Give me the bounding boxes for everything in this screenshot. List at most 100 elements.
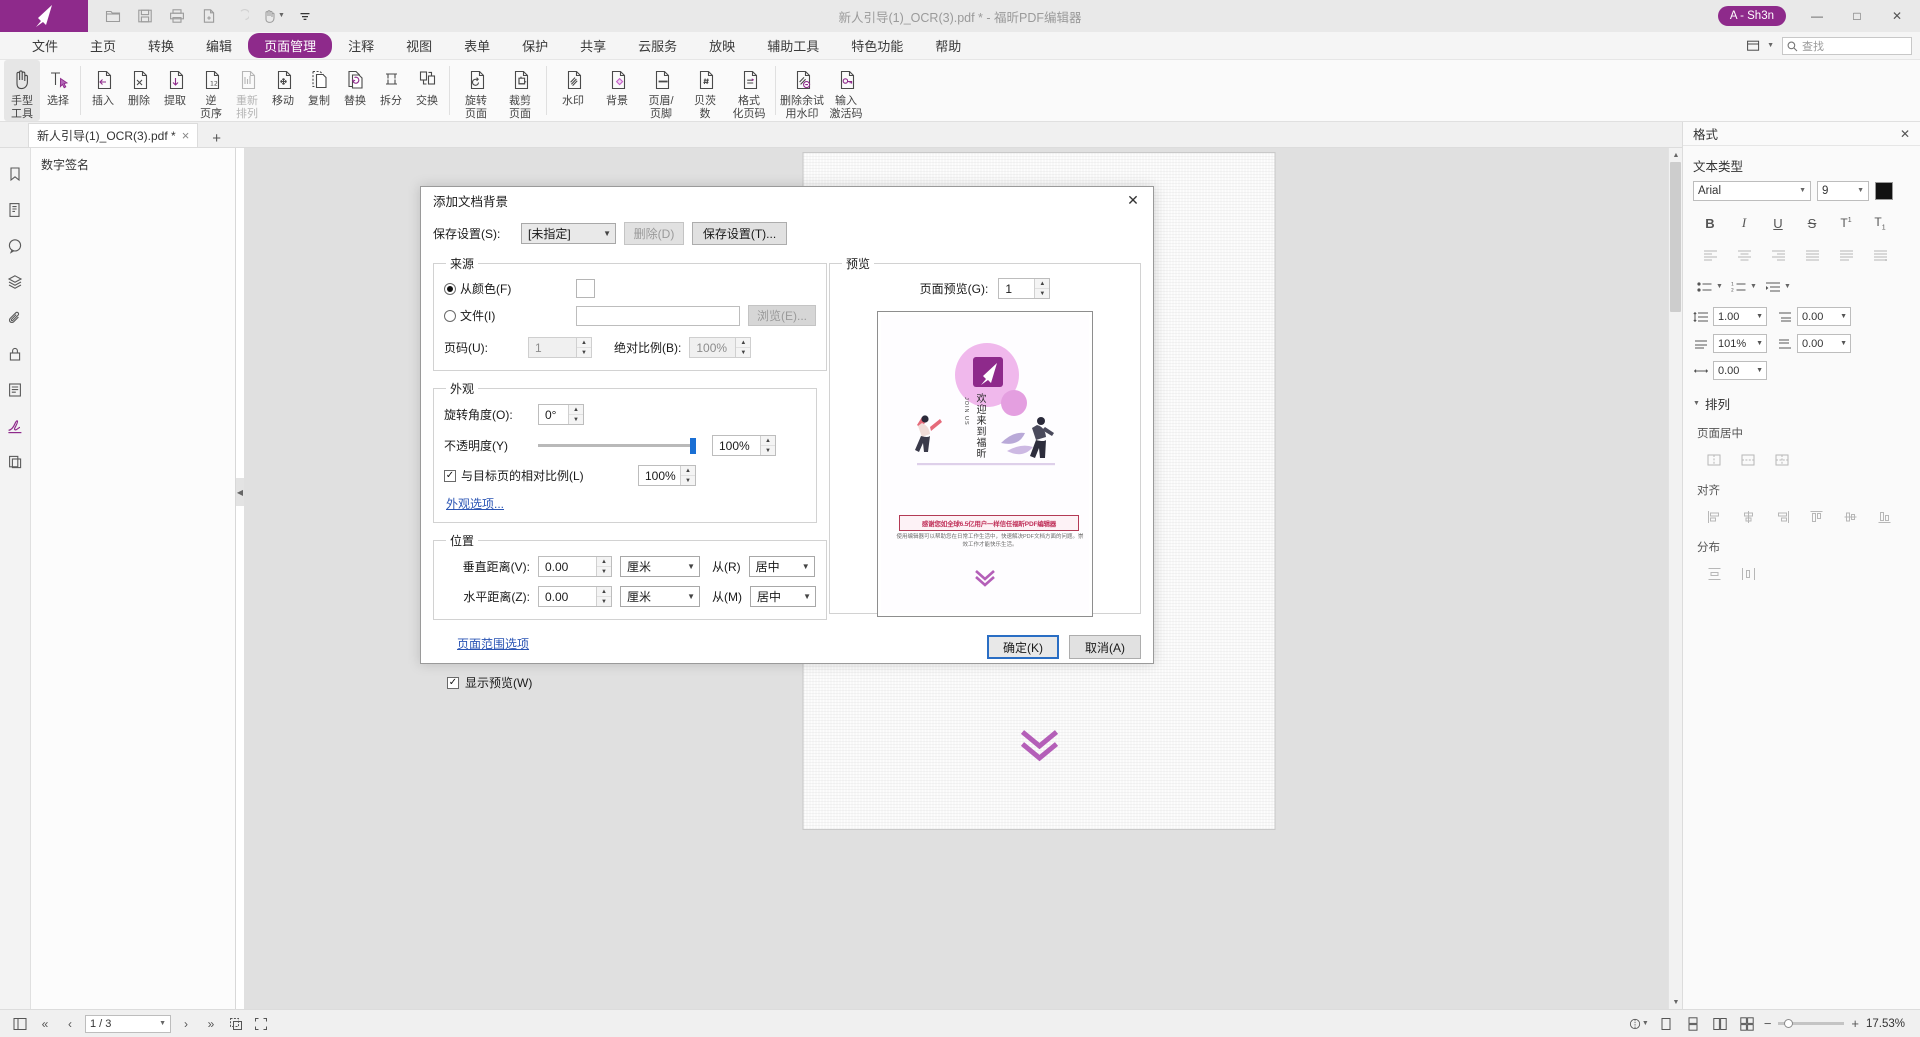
hand-tool-icon[interactable]: ▼ [258, 3, 288, 29]
search-input[interactable]: 查找 [1782, 37, 1912, 55]
menu-item-protect[interactable]: 保护 [506, 33, 564, 58]
zoom-level-value[interactable]: 17.53% [1866, 1018, 1910, 1030]
page-range-options-link[interactable]: 页面范围选项 [457, 637, 529, 651]
arrange-section-title[interactable]: ▼ 排列 [1683, 384, 1920, 419]
article-icon[interactable] [2, 376, 29, 403]
menu-item-cloud[interactable]: 云服务 [622, 33, 693, 58]
align-center-icon[interactable] [1727, 243, 1761, 267]
strikethrough-icon[interactable]: S [1795, 211, 1829, 235]
underline-icon[interactable]: U [1761, 211, 1795, 235]
numbered-list-icon[interactable]: 12▼ [1727, 275, 1761, 299]
more-icon[interactable] [290, 3, 320, 29]
menu-item-convert[interactable]: 转换 [132, 33, 190, 58]
menu-item-page-manage[interactable]: 页面管理 [248, 33, 332, 58]
minimize-button[interactable]: — [1798, 0, 1836, 32]
menu-item-help[interactable]: 帮助 [919, 33, 977, 58]
file-path-input[interactable] [576, 306, 740, 326]
menu-item-present[interactable]: 放映 [693, 33, 751, 58]
new-tab-button[interactable]: + [206, 130, 227, 147]
ribbon-copy-button[interactable]: 复制 [301, 60, 337, 121]
close-icon[interactable]: × [182, 129, 190, 142]
show-preview-row[interactable]: ✓ 显示预览(W) [433, 674, 817, 691]
fit-icon[interactable] [251, 1014, 271, 1034]
radio-from-file[interactable] [444, 310, 456, 322]
zoom-slider[interactable] [1778, 1022, 1844, 1025]
align-right-icon[interactable] [1761, 243, 1795, 267]
nav-next-page-button[interactable]: › [176, 1014, 196, 1034]
horizontal-unit-select[interactable]: 厘米 ▼ [620, 586, 700, 607]
radio-from-color[interactable] [444, 283, 456, 295]
menu-item-file[interactable]: 文件 [16, 33, 74, 58]
italic-icon[interactable]: I [1727, 211, 1761, 235]
opacity-slider-thumb[interactable] [690, 438, 696, 454]
menu-item-home[interactable]: 主页 [74, 33, 132, 58]
zoom-out-button[interactable]: − [1764, 1016, 1772, 1031]
stamp-icon[interactable] [2, 448, 29, 475]
ok-button[interactable]: 确定(K) [987, 635, 1059, 659]
menu-item-features[interactable]: 特色功能 [835, 33, 919, 58]
ribbon-reverse-button[interactable]: 12 逆 页序 [193, 60, 229, 121]
space-before-input[interactable]: 0.00 ▼ [1797, 307, 1851, 326]
align-obj-right-icon[interactable] [1765, 505, 1799, 529]
distribute-horizontal-icon[interactable] [1731, 562, 1765, 586]
menu-item-accessibility[interactable]: 辅助工具 [751, 33, 835, 58]
save-settings-select[interactable]: [未指定] ▼ [521, 223, 616, 244]
spin-up-icon[interactable]: ▲ [681, 466, 695, 476]
spin-down-icon[interactable]: ▼ [569, 415, 583, 424]
save-icon[interactable] [130, 3, 160, 29]
document-tab[interactable]: 新人引导(1)_OCR(3).pdf * × [28, 123, 198, 147]
chevron-down-icon[interactable]: ▼ [1756, 313, 1763, 320]
align-obj-left-icon[interactable] [1697, 505, 1731, 529]
ribbon-header-footer-button[interactable]: 页眉/ 页脚 [639, 60, 683, 121]
facing-icon[interactable] [1710, 1014, 1730, 1034]
new-file-icon[interactable] [194, 3, 224, 29]
spin-down-icon[interactable]: ▼ [597, 567, 611, 576]
menu-item-form[interactable]: 表单 [448, 33, 506, 58]
opacity-slider[interactable] [538, 444, 696, 447]
center-both-icon[interactable] [1765, 448, 1799, 472]
indent-icon[interactable]: ▼ [1761, 275, 1795, 299]
spin-up-icon[interactable]: ▲ [1035, 279, 1049, 289]
signature-icon[interactable] [2, 412, 29, 439]
checkbox-show-preview[interactable]: ✓ [447, 677, 459, 689]
align-force-icon[interactable] [1863, 243, 1897, 267]
ribbon-extract-button[interactable]: 提取 [157, 60, 193, 121]
scroll-up-arrow[interactable]: ▲ [1669, 148, 1683, 162]
account-badge[interactable]: A - Sh3n [1718, 6, 1786, 26]
scroll-down-arrow[interactable]: ▼ [1669, 995, 1683, 1009]
maximize-button[interactable]: □ [1838, 0, 1876, 32]
relative-scale-input[interactable]: 100% ▲▼ [638, 465, 696, 486]
ribbon-delete-button[interactable]: 删除 [121, 60, 157, 121]
font-color-swatch[interactable] [1875, 182, 1893, 200]
background-color-well[interactable] [576, 279, 595, 298]
menu-item-view[interactable]: 视图 [390, 33, 448, 58]
zoom-slider-knob[interactable] [1784, 1019, 1793, 1028]
center-horizontal-icon[interactable] [1731, 448, 1765, 472]
chevron-down-icon[interactable]: ▼ [1756, 367, 1763, 374]
from-file-radio[interactable]: 文件(I) [444, 307, 568, 324]
font-family-select[interactable]: Arial ▼ [1693, 181, 1811, 201]
ribbon-remove-trial-watermark-button[interactable]: 删除余试 用水印 [780, 60, 824, 121]
comment-icon[interactable] [2, 232, 29, 259]
chevron-down-icon[interactable]: ▼ [1840, 313, 1847, 320]
open-icon[interactable] [98, 3, 128, 29]
chevron-down-icon[interactable]: ▼ [1840, 340, 1847, 347]
ribbon-rotate-button[interactable]: 旋转 页面 [454, 60, 498, 121]
page-number-input[interactable]: 1 / 3 ▼ [85, 1015, 171, 1033]
align-obj-top-icon[interactable] [1799, 505, 1833, 529]
close-button[interactable]: ✕ [1878, 0, 1916, 32]
ribbon-background-button[interactable]: 背景 [595, 60, 639, 121]
security-icon[interactable] [2, 340, 29, 367]
ribbon-replace-button[interactable]: 替换 [337, 60, 373, 121]
snapshot-icon[interactable] [226, 1014, 246, 1034]
cancel-button[interactable]: 取消(A) [1069, 635, 1141, 659]
ribbon-move-button[interactable]: 移动 [265, 60, 301, 121]
nav-prev-page-button[interactable]: ‹ [60, 1014, 80, 1034]
horizontal-scale-input[interactable]: 0.00 ▼ [1713, 361, 1767, 380]
ribbon-bates-button[interactable]: 贝茨 数 [683, 60, 727, 121]
align-left-icon[interactable] [1693, 243, 1727, 267]
distribute-vertical-icon[interactable] [1697, 562, 1731, 586]
appearance-options-link[interactable]: 外观选项... [446, 497, 504, 511]
space-after-input[interactable]: 0.00 ▼ [1797, 334, 1851, 353]
from-color-radio[interactable]: 从颜色(F) [444, 280, 568, 297]
